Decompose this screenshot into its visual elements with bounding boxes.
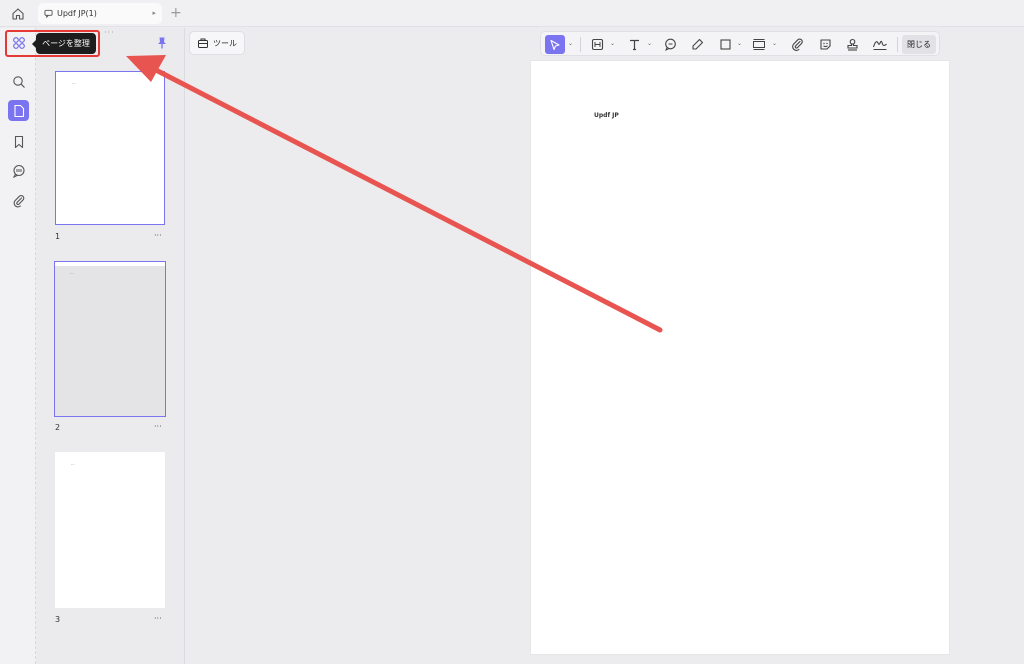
tooltip: ページを整理 — [32, 33, 96, 54]
tools-button[interactable]: ツール — [189, 31, 245, 55]
thumbnail-text: ... — [70, 270, 74, 275]
toolbar-divider — [580, 37, 581, 52]
page-number: 2 — [55, 423, 61, 432]
text-tool-button[interactable] — [624, 35, 644, 54]
highlight-tool-button[interactable] — [687, 35, 707, 54]
thumbnail-panel: ... 1 ··· ... 2 ··· ... 3 ··· — [36, 28, 185, 664]
tab-label: Updf JP(1) — [57, 9, 97, 18]
attachment-icon — [791, 38, 803, 51]
page-thumbnail[interactable]: ... — [54, 261, 166, 417]
tab-bar: Updf JP(1) ▸ + — [0, 0, 1024, 27]
pin-button[interactable] — [156, 35, 170, 49]
sticker-tool-button[interactable] — [815, 35, 835, 54]
stamp-tool-button[interactable] — [842, 35, 862, 54]
thumbnail-more-button[interactable]: ··· — [154, 422, 162, 431]
measure-tool-button[interactable] — [749, 35, 769, 54]
home-button[interactable] — [8, 4, 28, 24]
tab-document[interactable]: Updf JP(1) ▸ — [38, 3, 162, 24]
toolbar-divider — [897, 37, 898, 52]
chevron-down-icon[interactable]: ⌄ — [568, 40, 573, 47]
bookmark-button[interactable] — [8, 131, 29, 152]
comments-button[interactable] — [8, 160, 29, 181]
signature-icon — [872, 40, 887, 50]
comment-icon — [12, 164, 25, 178]
document-page[interactable]: Updf JP — [530, 60, 950, 655]
thumbnail-more-button[interactable]: ··· — [154, 231, 162, 240]
stamp-icon — [846, 38, 858, 51]
pages-button[interactable] — [8, 100, 29, 121]
select-tool-button[interactable] — [545, 35, 565, 54]
chevron-down-icon[interactable]: ⌄ — [772, 40, 777, 47]
page-number: 1 — [55, 232, 61, 241]
chevron-down-icon[interactable]: ⌄ — [610, 40, 615, 47]
pin-icon — [158, 37, 166, 49]
comment-icon — [44, 9, 53, 18]
bookmark-icon — [14, 135, 23, 148]
search-icon — [12, 75, 25, 88]
page-thumbnail[interactable]: ... — [55, 452, 165, 608]
select-icon — [550, 39, 560, 50]
signature-tool-button[interactable] — [870, 35, 890, 54]
thumbnail-text: ... — [71, 461, 75, 466]
page-text: Updf JP — [594, 112, 619, 119]
tools-label: ツール — [213, 38, 237, 48]
attachment-tool-button[interactable] — [787, 35, 807, 54]
page-number: 3 — [55, 615, 61, 624]
tab-close-icon[interactable]: ▸ — [152, 9, 156, 17]
text-icon — [629, 39, 639, 51]
pages-icon — [13, 104, 24, 117]
attachment-icon — [13, 194, 24, 207]
attachments-button[interactable] — [8, 190, 29, 211]
panel-drag-handle[interactable]: ··· — [104, 28, 115, 37]
toolbox-icon — [198, 38, 208, 48]
new-tab-button[interactable]: + — [170, 4, 182, 22]
shape-icon — [719, 39, 731, 50]
note-icon — [664, 38, 676, 51]
measure-icon — [753, 39, 765, 50]
page-thumbnail[interactable]: ... — [55, 71, 165, 225]
highlight-icon — [691, 38, 703, 50]
shape-tool-button[interactable] — [715, 35, 735, 54]
sticker-icon — [819, 39, 831, 50]
note-tool-button[interactable] — [660, 35, 680, 54]
thumbnail-text: ... — [72, 80, 76, 85]
chevron-down-icon[interactable]: ⌄ — [737, 40, 742, 47]
left-rail — [0, 28, 36, 664]
text-box-tool-button[interactable] — [587, 35, 607, 54]
thumbnail-more-button[interactable]: ··· — [154, 614, 162, 623]
chevron-down-icon[interactable]: ⌄ — [647, 40, 652, 47]
search-button[interactable] — [8, 71, 29, 92]
close-toolbar-button[interactable]: 閉じる — [902, 35, 936, 54]
text-box-icon — [591, 38, 603, 51]
home-icon — [12, 8, 24, 20]
annotation-toolbar: ⌄ ⌄ ⌄ ⌄ ⌄ 閉じる — [540, 31, 940, 56]
